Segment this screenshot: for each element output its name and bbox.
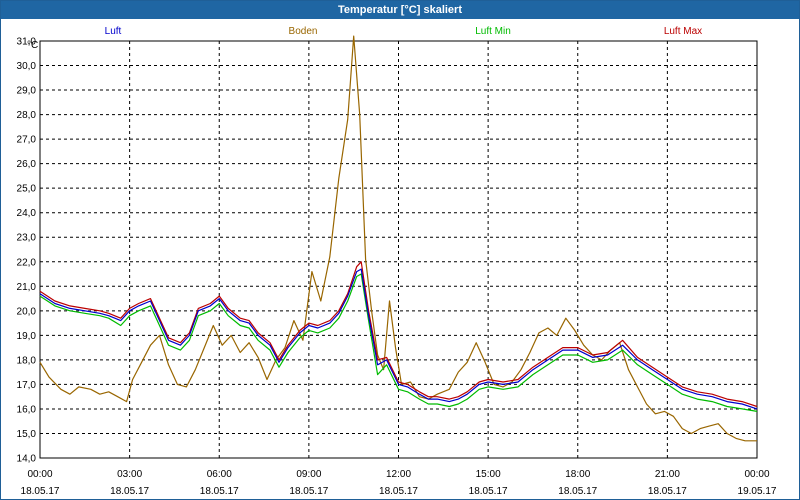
x-tick-time-label: 09:00 — [296, 469, 321, 480]
y-tick-label: 16,0 — [17, 404, 37, 415]
x-tick-date-label: 18.05.17 — [469, 486, 508, 497]
x-tick-date-label: 18.05.17 — [379, 486, 418, 497]
legend-item-luft: Luft — [105, 26, 122, 37]
x-tick-time-label: 03:00 — [117, 469, 142, 480]
y-tick-label: 27,0 — [17, 135, 37, 146]
y-tick-label: 18,0 — [17, 355, 37, 366]
y-tick-label: 29,0 — [17, 86, 37, 97]
legend-item-luft-max: Luft Max — [664, 26, 702, 37]
x-tick-time-label: 12:00 — [386, 469, 411, 480]
y-tick-label: 28,0 — [17, 110, 37, 121]
y-tick-label: 30,0 — [17, 61, 37, 72]
y-tick-label: 24,0 — [17, 208, 37, 219]
y-tick-label: 17,0 — [17, 380, 37, 391]
grid-layer — [40, 40, 757, 459]
legend-item-boden: Boden — [289, 26, 318, 37]
x-tick-time-label: 18:00 — [565, 469, 590, 480]
x-tick-date-label: 18.05.17 — [648, 486, 687, 497]
x-tick-time-label: 21:00 — [655, 469, 680, 480]
y-tick-label: 22,0 — [17, 257, 37, 268]
y-tick-label: 19,0 — [17, 331, 37, 342]
x-tick-time-label: 15:00 — [476, 469, 501, 480]
x-tick-date-label: 18.05.17 — [558, 486, 597, 497]
y-tick-label: 14,0 — [17, 454, 37, 465]
x-tick-time-label: 00:00 — [744, 469, 769, 480]
y-tick-label: 15,0 — [17, 429, 37, 440]
x-tick-date-label: 19.05.17 — [738, 486, 777, 497]
legend-item-luft-min: Luft Min — [475, 26, 511, 37]
x-tick-date-label: 18.05.17 — [110, 486, 149, 497]
x-tick-time-label: 00:00 — [27, 469, 52, 480]
y-tick-label: 26,0 — [17, 159, 37, 170]
y-unit-label: °C — [27, 40, 38, 51]
chart-canvas: 14,0 15,0 16,0 17,0 18,0 19,0 20,0 21,0 22,0 23,0… — [17, 26, 777, 497]
y-tick-label: 20,0 — [17, 306, 37, 317]
x-tick-date-label: 18.05.17 — [289, 486, 328, 497]
y-tick-label: 25,0 — [17, 184, 37, 195]
y-tick-label: 23,0 — [17, 233, 37, 244]
y-tick-label: 21,0 — [17, 282, 37, 293]
x-tick-time-label: 06:00 — [207, 469, 232, 480]
x-tick-date-label: 18.05.17 — [200, 486, 239, 497]
x-tick-date-label: 18.05.17 — [21, 486, 60, 497]
